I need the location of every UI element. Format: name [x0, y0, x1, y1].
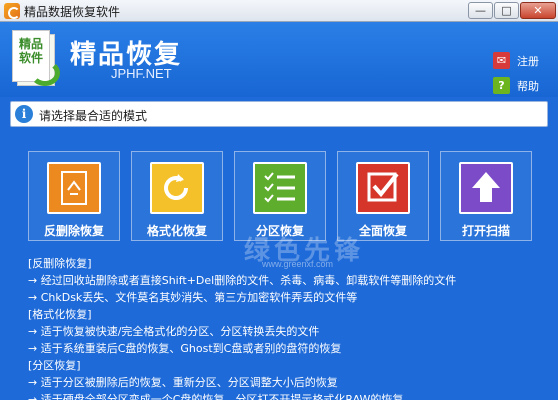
- mode-descriptions: [反删除恢复] → 经过回收站删除或者直接Shift+Del删除的文件、杀毒、病…: [28, 255, 548, 400]
- close-button[interactable]: ✕: [520, 2, 556, 19]
- brand-subtitle: JPHF.NET: [111, 66, 172, 81]
- format-section-title: [格式化恢复]: [28, 308, 92, 321]
- partition-desc-line: → 适于硬盘全部分区变成一个C盘的恢复、分区打不开提示格式化RAW的恢复: [28, 393, 404, 400]
- format-mode-label: 格式化恢复: [146, 224, 207, 238]
- undelete-mode-button[interactable]: 反删除恢复: [28, 151, 120, 241]
- undelete-desc-line: → ChkDsk丢失、文件莫名其妙消失、第三方加密软件弄丢的文件等: [28, 291, 358, 304]
- partition-section-title: [分区恢复]: [28, 359, 81, 372]
- partition-mode-button[interactable]: 分区恢复: [234, 151, 326, 241]
- recycle-icon: [47, 162, 101, 214]
- header: 精品软件 精品恢复 JPHF.NET ✉ 注册 ? 帮助 i 关于: [0, 22, 558, 119]
- logo: 精品软件: [12, 30, 62, 88]
- format-desc-line: → 适于恢复被快速/完全格式化的分区、分区转换丢失的文件: [28, 325, 320, 338]
- app-icon: [4, 3, 20, 19]
- partition-list-icon: [253, 162, 307, 214]
- title-bar: 精品数据恢复软件 — □ ✕: [0, 0, 558, 22]
- prompt-text: 请选择最合适的模式: [39, 109, 148, 123]
- minimize-button[interactable]: —: [468, 2, 493, 19]
- prompt-bar: i 请选择最合适的模式: [10, 101, 548, 127]
- logo-arrow-icon: [30, 60, 60, 86]
- format-desc-line: → 适于系统重装后C盘的恢复、Ghost到C盘或者别的盘符的恢复: [28, 342, 342, 355]
- help-label: 帮助: [517, 80, 539, 93]
- open-scan-button[interactable]: 打开扫描: [440, 151, 532, 241]
- undelete-mode-label: 反删除恢复: [43, 224, 104, 238]
- open-scan-label: 打开扫描: [461, 224, 510, 238]
- full-mode-button[interactable]: 全面恢复: [337, 151, 429, 241]
- info-icon: i: [15, 105, 33, 123]
- undelete-desc-line: → 经过回收站删除或者直接Shift+Del删除的文件、杀毒、病毒、卸载软件等删…: [28, 274, 457, 287]
- upload-arrow-icon: [459, 162, 513, 214]
- checkbox-icon: [356, 162, 410, 214]
- window-title: 精品数据恢复软件: [24, 5, 121, 19]
- partition-desc-line: → 适于分区被删除后的恢复、重新分区、分区调整大小后的恢复: [28, 376, 338, 389]
- register-icon: ✉: [493, 52, 510, 69]
- register-label: 注册: [517, 55, 539, 68]
- refresh-icon: [150, 162, 204, 214]
- undelete-section-title: [反删除恢复]: [28, 257, 92, 270]
- help-icon: ?: [493, 77, 510, 94]
- format-mode-button[interactable]: 格式化恢复: [131, 151, 223, 241]
- maximize-button[interactable]: □: [494, 2, 519, 19]
